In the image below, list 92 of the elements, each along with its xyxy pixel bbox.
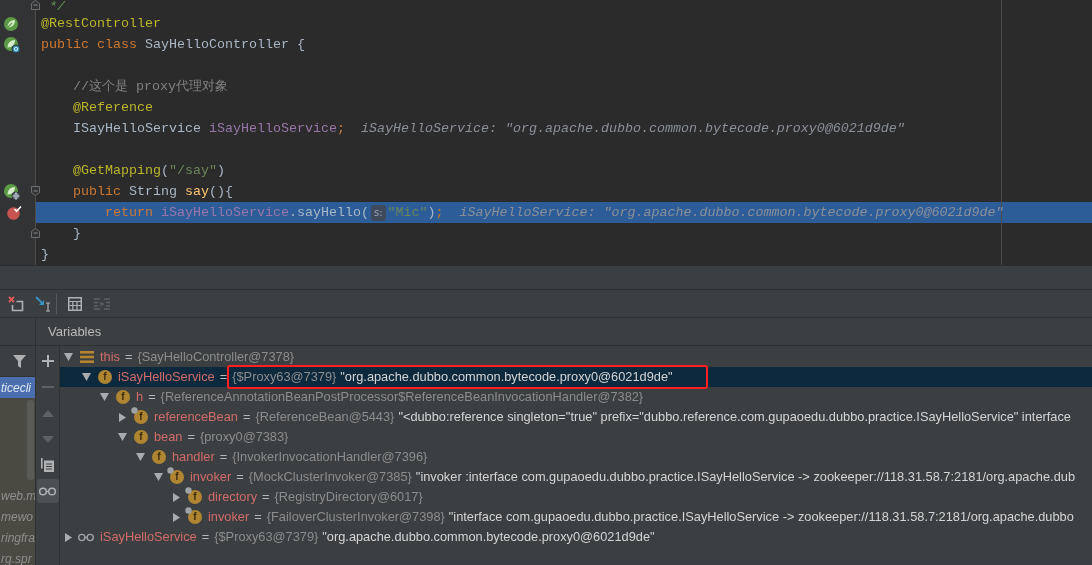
field-icon: f bbox=[116, 390, 130, 404]
arrow-cursor-icon[interactable] bbox=[35, 295, 51, 312]
toggle-button[interactable] bbox=[36, 479, 59, 503]
leaf-globe-icon[interactable] bbox=[4, 183, 20, 200]
variable-value: {MockClusterInvoker@7385} bbox=[248, 468, 412, 487]
selected-row[interactable]: f iSayHelloService = {$Proxy63@7379} "org.apache.dubbo.common.bytecode.proxy0@6021d9de" bbox=[60, 367, 1092, 387]
variable-name: invoker bbox=[208, 508, 250, 527]
variable-value: {FailoverClusterInvoker@7398} bbox=[266, 508, 445, 527]
fold-marker-icon[interactable] bbox=[31, 0, 40, 10]
glasses-icon[interactable] bbox=[39, 486, 56, 496]
variable-name: iSayHelloService bbox=[100, 528, 197, 547]
equals-sign: = bbox=[201, 528, 210, 547]
variable-value: {ReferenceAnnotationBeanPostProcessor$ReferenceBeanInvocationHandler@7382} bbox=[160, 388, 644, 407]
field-icon: f bbox=[152, 450, 166, 464]
frame-item[interactable]: ringfra bbox=[0, 527, 35, 548]
variable-value: {proxy0@7383} bbox=[199, 428, 289, 447]
equals-sign: = bbox=[254, 508, 262, 527]
field-icon: f bbox=[170, 470, 184, 484]
equals-sign: = bbox=[262, 488, 270, 507]
variable-name: directory bbox=[208, 488, 258, 507]
filter-icon[interactable] bbox=[13, 354, 26, 368]
copy-icon[interactable] bbox=[41, 458, 54, 472]
table-icon[interactable] bbox=[68, 296, 82, 311]
frame-item[interactable]: web.m bbox=[0, 485, 35, 506]
code-text: "Mic"); bbox=[387, 203, 444, 222]
string-value: "invoker :interface com.gupaoedu.dubbo.practice.ISayHelloService -> zookeeper://118.31.58.7:2181/org.apache.dub bbox=[415, 468, 1075, 487]
fold-marker-icon[interactable] bbox=[31, 186, 40, 196]
stack-icon bbox=[80, 351, 94, 363]
frame-item[interactable]: ticecli bbox=[0, 377, 35, 398]
caret-down-icon[interactable] bbox=[100, 393, 109, 401]
variable-value: {$Proxy63@7379} bbox=[214, 528, 319, 547]
caret-right-icon[interactable] bbox=[64, 532, 73, 542]
field-icon: f bbox=[134, 430, 148, 444]
panel-title: Variables bbox=[48, 322, 102, 341]
variable-name: invoker bbox=[190, 468, 232, 487]
code-text: @RestController bbox=[41, 14, 161, 33]
variable-name: bean bbox=[154, 428, 183, 447]
leaf-badge-icon[interactable] bbox=[4, 36, 20, 53]
string-value: "<dubbo:reference singleton="true" prefix="dubbo.reference.com.gupaoedu.dubbo.practice.ISayHelloService" interface bbox=[398, 408, 1071, 427]
code-text: */ bbox=[49, 0, 65, 13]
equals-sign: = bbox=[219, 448, 228, 467]
code-text: //这个是 proxy代理对象 bbox=[73, 77, 228, 96]
equals-sign: = bbox=[187, 428, 195, 447]
field-icon: f bbox=[134, 410, 148, 424]
caret-down-icon[interactable] bbox=[118, 433, 127, 441]
variable-value: {$Proxy63@7379} bbox=[232, 368, 337, 387]
string-value: "interface com.gupaoedu.dubbo.practice.ISayHelloService -> zookeeper://118.31.58.7:2181/org.apache.dubbo bbox=[448, 508, 1074, 527]
variable-value: {ReferenceBean@5443} bbox=[255, 408, 395, 427]
caret-down-icon[interactable] bbox=[136, 453, 145, 461]
plus-icon[interactable] bbox=[41, 355, 54, 367]
code-text: @Reference bbox=[73, 98, 153, 117]
inline-value-hint: iSayHelloService: "org.apache.dubbo.common.bytecode.proxy0@6021d9de" bbox=[360, 119, 905, 138]
variable-value: {InvokerInvocationHandler@7396} bbox=[232, 448, 428, 467]
field-icon: f bbox=[188, 490, 202, 504]
caret-down-icon[interactable] bbox=[82, 373, 91, 381]
caret-right-icon[interactable] bbox=[172, 512, 181, 522]
variable-name: iSayHelloService bbox=[118, 368, 215, 387]
breakpoint-icon[interactable] bbox=[7, 205, 22, 220]
code-text: ISayHelloService iSayHelloService; bbox=[73, 119, 345, 138]
field-icon: f bbox=[98, 370, 112, 384]
cross-frame-icon[interactable] bbox=[8, 295, 24, 312]
code-text: } bbox=[41, 245, 49, 264]
field-icon: f bbox=[188, 510, 202, 524]
caret-right-icon[interactable] bbox=[118, 412, 127, 422]
code-text: return iSayHelloService.sayHello( bbox=[105, 203, 369, 222]
variable-name: this bbox=[100, 348, 120, 367]
variable-value: {SayHelloController@7378} bbox=[137, 348, 295, 367]
caret-right-icon[interactable] bbox=[172, 492, 181, 502]
glasses-icon bbox=[78, 532, 94, 542]
equals-sign: = bbox=[242, 408, 251, 427]
code-text: public class SayHelloController { bbox=[41, 35, 305, 54]
scrollbar[interactable] bbox=[27, 400, 34, 480]
frame-item[interactable]: rg.spr bbox=[0, 548, 35, 565]
equals-sign: = bbox=[219, 368, 228, 387]
variable-name: referenceBean bbox=[154, 408, 238, 427]
caret-down-icon[interactable] bbox=[154, 473, 163, 481]
fold-marker-icon[interactable] bbox=[31, 228, 40, 238]
variable-name: handler bbox=[172, 448, 215, 467]
leaf-icon[interactable] bbox=[4, 16, 18, 31]
code-text: } bbox=[73, 224, 81, 243]
equals-sign: = bbox=[236, 468, 244, 487]
equals-sign: = bbox=[148, 388, 156, 407]
string-value: "org.apache.dubbo.common.bytecode.proxy0@6021d9de" bbox=[322, 528, 655, 547]
variable-name: h bbox=[136, 388, 144, 407]
code-text: public String say(){ bbox=[73, 182, 233, 201]
parameter-hint: s: bbox=[370, 204, 386, 221]
caret-down-icon[interactable] bbox=[64, 353, 73, 361]
equals-sign: = bbox=[124, 348, 133, 367]
string-value: "org.apache.dubbo.common.bytecode.proxy0@6021d9de" bbox=[340, 368, 673, 387]
code-text: @GetMapping("/say") bbox=[73, 161, 225, 180]
frame-item[interactable]: mewo bbox=[0, 506, 35, 527]
variable-value: {RegistryDirectory@6017} bbox=[274, 488, 423, 507]
